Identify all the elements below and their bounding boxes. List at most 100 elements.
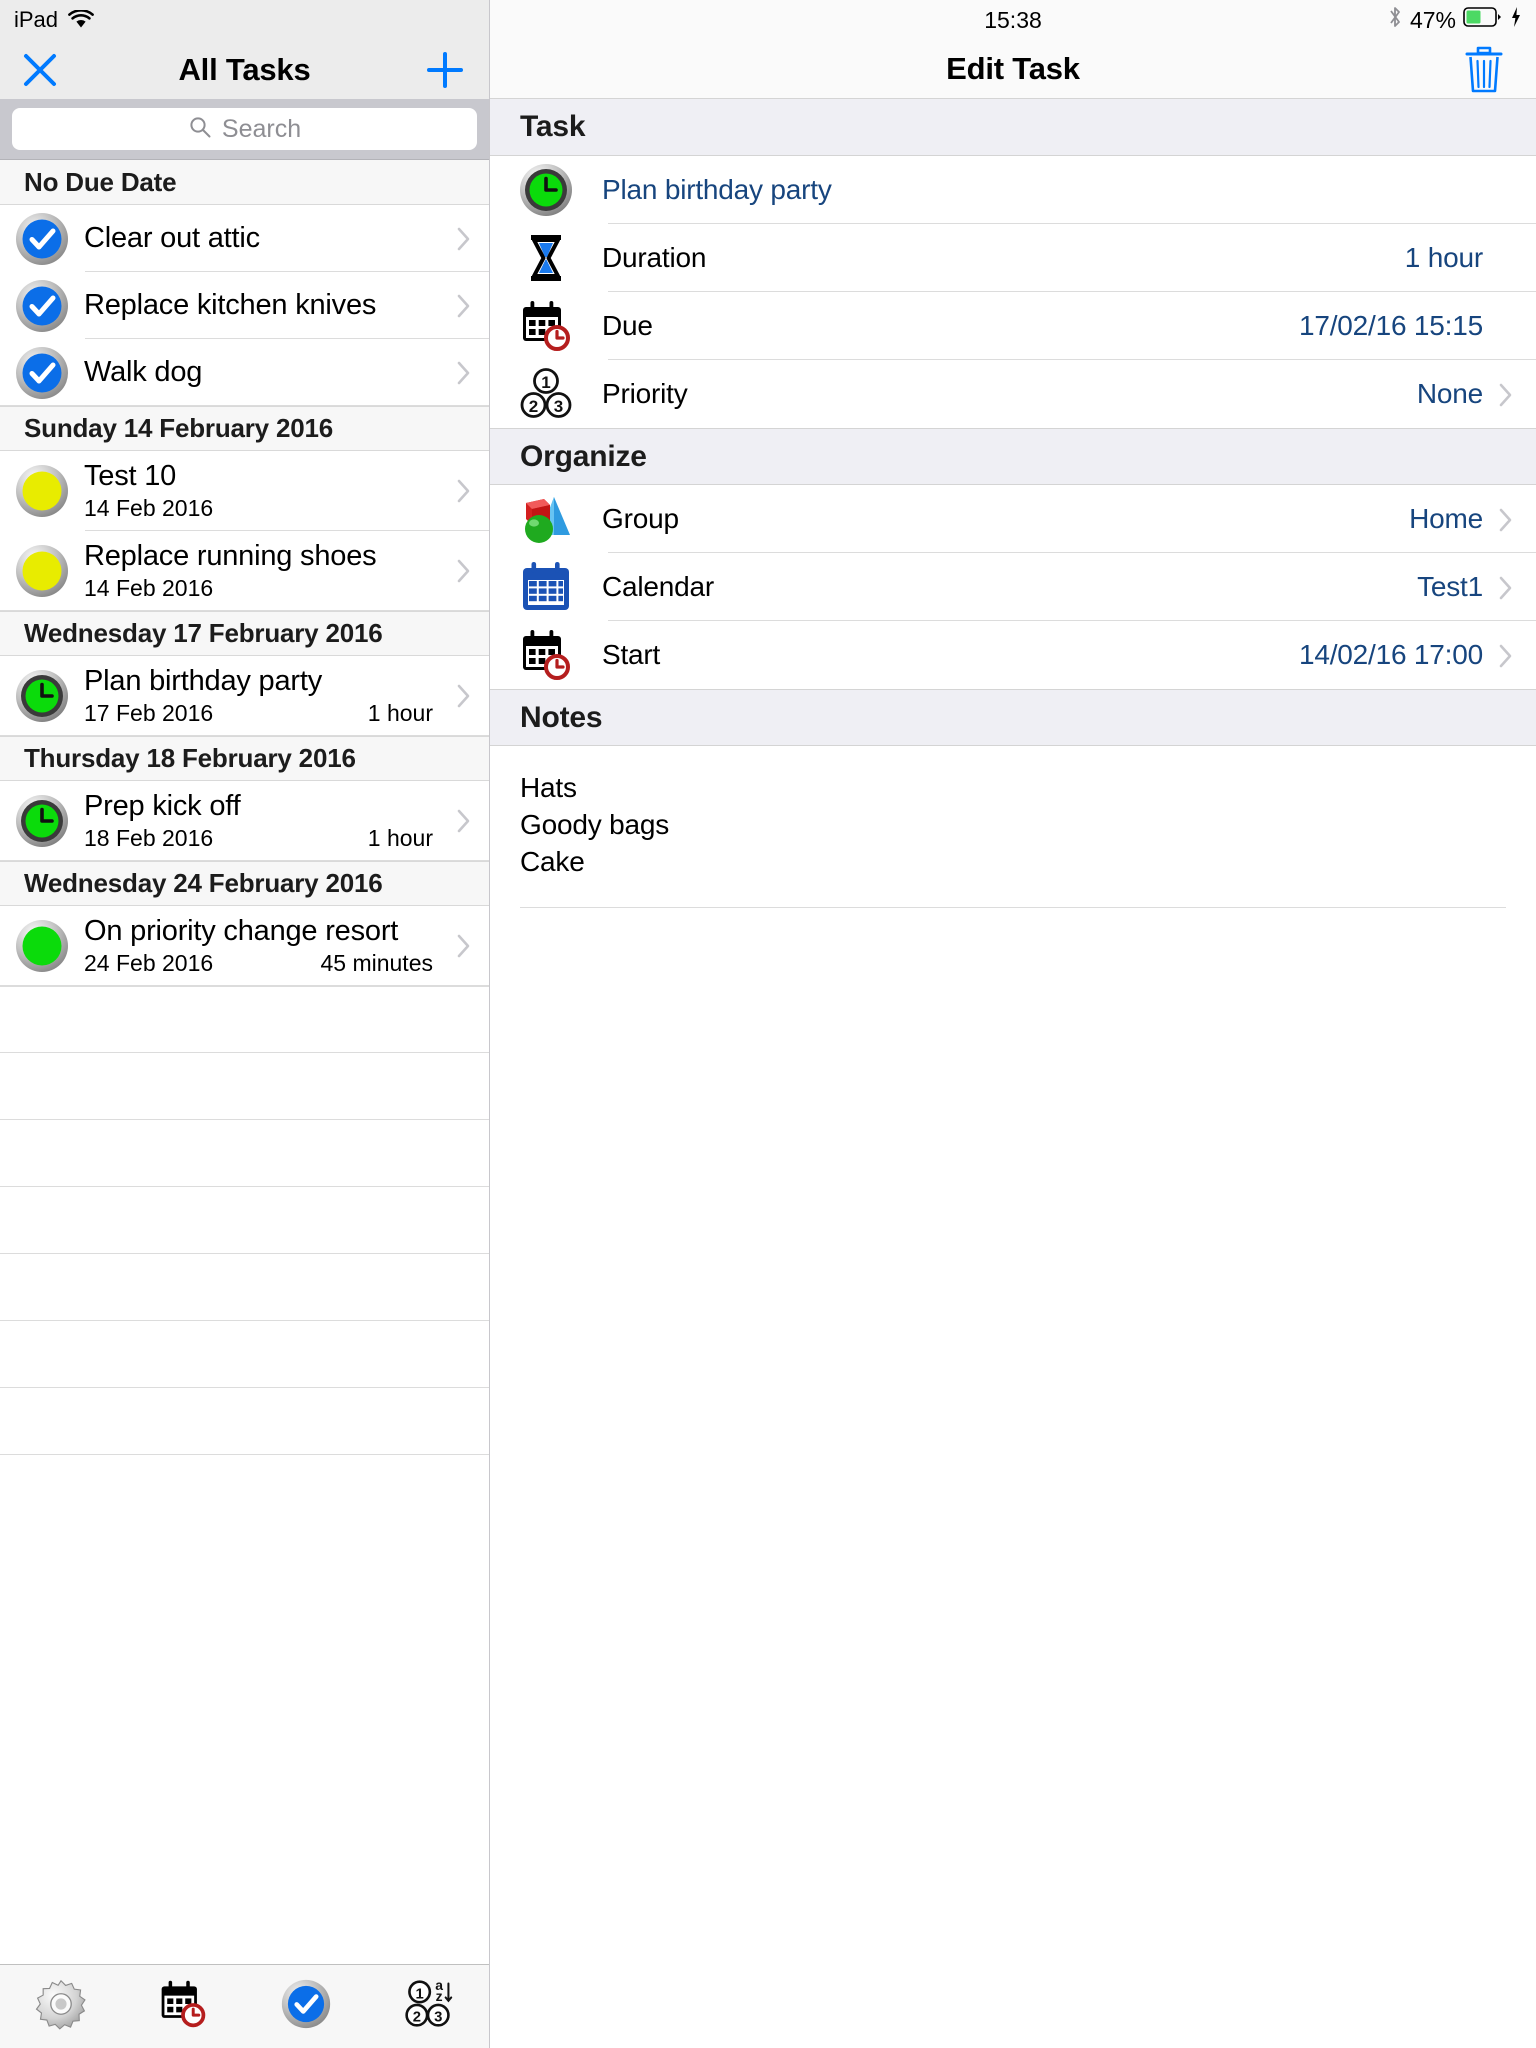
form-row[interactable]: 1 2 3 Priority None [490, 360, 1536, 428]
search-placeholder: Search [221, 114, 302, 143]
task-row[interactable]: Plan birthday party 17 Feb 2016 1 hour [0, 656, 489, 736]
form-row[interactable]: Calendar Test1 [490, 553, 1536, 621]
status-green-icon[interactable] [14, 918, 70, 974]
tab-priority[interactable]: 231az [367, 1965, 489, 2048]
search-bar-container: Search [0, 99, 489, 160]
empty-row [0, 1388, 489, 1455]
task-title: Test 10 [84, 460, 177, 492]
priority-sort-icon: 231az [402, 1977, 454, 2035]
notes-separator [520, 906, 1506, 908]
status-yellow-icon[interactable] [14, 463, 70, 519]
chevron-right-icon [1499, 644, 1512, 668]
row-separator [0, 405, 489, 406]
task-row[interactable]: Clear out attic [0, 205, 489, 272]
tab-tasks[interactable] [245, 1965, 367, 2048]
form-row-value[interactable]: None [1417, 378, 1483, 410]
form-row-label: Due [602, 310, 653, 341]
calendar-clock-icon [157, 1978, 209, 2035]
checkmark-blue-icon [280, 1978, 332, 2035]
row-separator [0, 735, 489, 736]
task-date: 14 Feb 2016 [84, 495, 214, 521]
empty-rows [0, 986, 489, 1455]
notes-body[interactable]: Hats Goody bags Cake [490, 746, 1536, 908]
form-row[interactable]: Start 14/02/16 17:00 [490, 621, 1536, 689]
shapes-group-icon [518, 491, 574, 547]
lightning-icon [1510, 6, 1522, 34]
svg-text:z: z [436, 1988, 443, 2004]
task-date: 18 Feb 2016 [84, 825, 214, 851]
task-list[interactable]: No Due Date Clear out attic Replace kitche… [0, 160, 489, 1964]
clock-time: 15:38 [984, 6, 1042, 33]
form-row-value[interactable]: Test1 [1417, 571, 1483, 603]
task-title: On priority change resort [84, 915, 399, 947]
svg-text:3: 3 [554, 397, 563, 416]
task-row[interactable]: Replace running shoes 14 Feb 2016 [0, 531, 489, 611]
form-row[interactable]: Plan birthday party [490, 156, 1536, 224]
checkmark-blue-icon[interactable] [14, 345, 70, 401]
notes-header: Notes [490, 689, 1536, 746]
tab-settings[interactable] [0, 1965, 122, 2048]
search-input[interactable]: Search [12, 108, 477, 150]
edit-task-pane: 15:38 47% Edit Task Task Plan birthday p… [490, 0, 1536, 2048]
form-row-label: Start [602, 639, 661, 670]
chevron-right-icon [457, 934, 471, 958]
task-duration: 45 minutes [320, 950, 433, 976]
task-title: Replace kitchen knives [84, 289, 377, 321]
close-icon[interactable] [18, 48, 62, 92]
battery-percent-label: 47% [1409, 6, 1456, 33]
battery-icon [1463, 6, 1503, 34]
checkmark-blue-icon[interactable] [14, 211, 70, 267]
task-row[interactable]: On priority change resort 24 Feb 2016 45 m… [0, 906, 489, 986]
form-group-header: Organize [490, 428, 1536, 485]
plus-icon[interactable] [423, 48, 467, 92]
chevron-right-icon [1499, 576, 1512, 600]
form-row-value[interactable]: Home [1409, 503, 1483, 535]
form-row-value[interactable]: 14/02/16 17:00 [1299, 639, 1483, 671]
chevron-right-icon [457, 684, 471, 708]
task-row[interactable]: Replace kitchen knives [0, 272, 489, 339]
priority-123-icon: 123 [518, 366, 574, 422]
form-row-value[interactable]: 17/02/16 15:15 [1299, 310, 1483, 342]
task-row[interactable]: Walk dog [0, 339, 489, 406]
clock-green-icon [518, 162, 574, 218]
chevron-right-icon [1499, 508, 1512, 532]
chevron-right-icon [457, 559, 471, 583]
empty-row [0, 1254, 489, 1321]
form-row-label: Duration [602, 242, 707, 273]
form-row[interactable]: Due 17/02/16 15:15 [490, 292, 1536, 360]
task-title: Replace running shoes [84, 540, 377, 572]
tasks-navbar: All Tasks [0, 40, 489, 99]
form-row-label: Calendar [602, 571, 715, 602]
tab-calendar[interactable] [122, 1965, 244, 2048]
form-row[interactable]: Duration 1 hour [490, 224, 1536, 292]
task-row[interactable]: Prep kick off 18 Feb 2016 1 hour [0, 781, 489, 861]
bluetooth-icon [1387, 5, 1403, 35]
edit-task-form: Task Plan birthday party Duration 1 hour Due… [490, 99, 1536, 2048]
right-status-bar: 15:38 47% [490, 0, 1536, 40]
wifi-icon [68, 10, 94, 30]
task-date: 24 Feb 2016 [84, 950, 214, 976]
section-header: Sunday 14 February 2016 [0, 406, 489, 451]
form-row-label: Priority [602, 378, 688, 409]
calendar-clock-icon [518, 298, 574, 354]
clock-green-icon[interactable] [14, 668, 70, 724]
task-title: Walk dog [84, 356, 203, 388]
task-title: Clear out attic [84, 222, 260, 254]
chevron-right-icon [457, 294, 471, 318]
calendar-clock-icon [518, 627, 574, 683]
empty-row [0, 1187, 489, 1254]
form-row[interactable]: Group Home [490, 485, 1536, 553]
chevron-right-icon [457, 809, 471, 833]
status-yellow-icon[interactable] [14, 543, 70, 599]
checkmark-blue-icon[interactable] [14, 278, 70, 334]
form-group-header: Task [490, 99, 1536, 156]
task-row[interactable]: Test 10 14 Feb 2016 [0, 451, 489, 531]
trash-icon[interactable] [1460, 42, 1508, 96]
clock-green-icon[interactable] [14, 793, 70, 849]
edit-task-navbar: Edit Task [490, 40, 1536, 99]
task-duration: 1 hour [367, 700, 433, 726]
row-separator [0, 860, 489, 861]
form-row-value[interactable]: 1 hour [1405, 242, 1483, 274]
chevron-right-icon [457, 361, 471, 385]
svg-text:1: 1 [415, 1986, 423, 2002]
